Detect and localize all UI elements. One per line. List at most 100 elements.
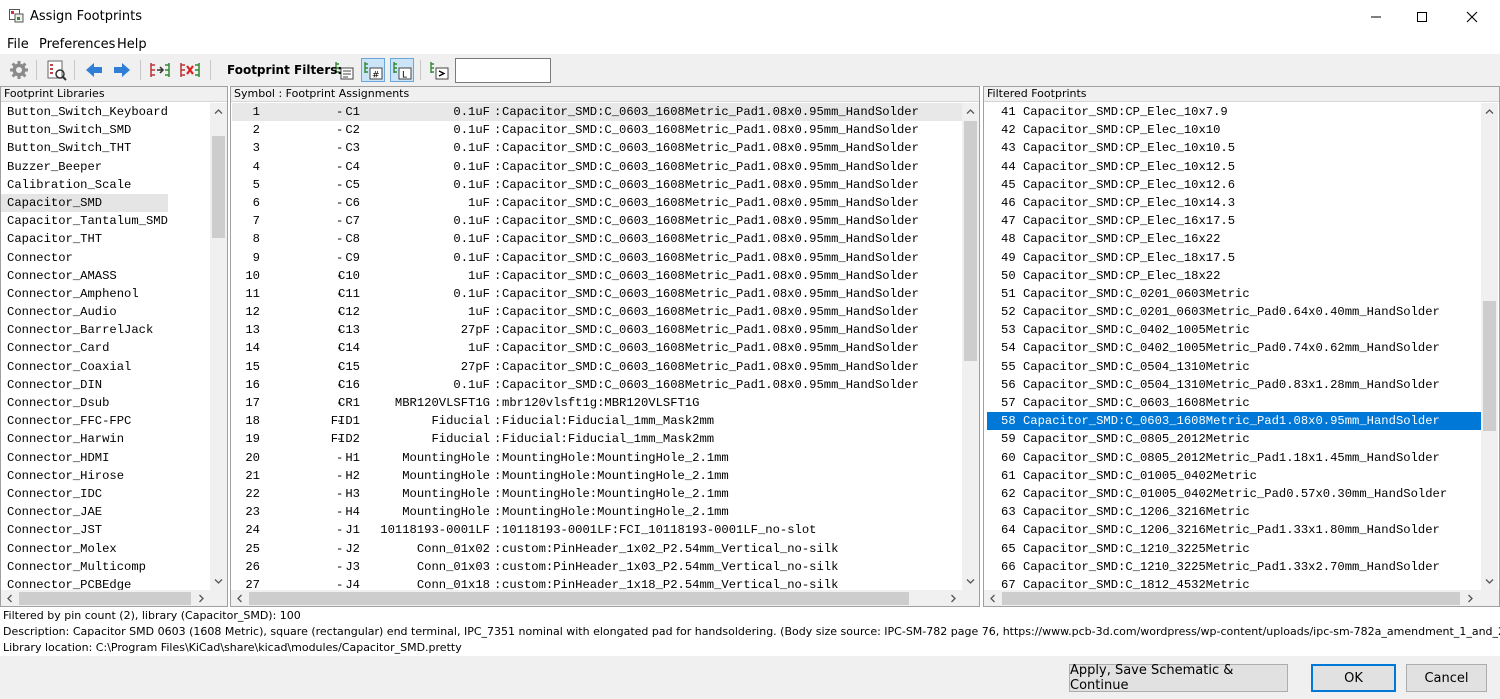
assignment-row[interactable]: 4 C4- 0.1uF: Capacitor_SMD:C_0603_1608Metri… <box>232 158 962 176</box>
assignment-row[interactable]: 20 H1- MountingHole: MountingHole:MountingH… <box>232 449 962 467</box>
assignment-row[interactable]: 25 J2- Conn_01x02: custom:PinHeader_1x02_P2… <box>232 540 962 558</box>
library-item[interactable]: Connector_Coaxial <box>1 358 168 376</box>
assignment-row[interactable]: 5 C5- 0.1uF: Capacitor_SMD:C_0603_1608Metri… <box>232 176 962 194</box>
assignment-row[interactable]: 11 C11- 0.1uF: Capacitor_SMD:C_0603_1608Met… <box>232 285 962 303</box>
library-item[interactable]: Connector_Audio <box>1 303 168 321</box>
filter-text-input[interactable] <box>455 58 551 83</box>
library-item[interactable]: Connector_Amphenol <box>1 285 168 303</box>
filtered-footprint-item[interactable]: 58 Capacitor_SMD:C_0603_1608Metric_Pad1.… <box>987 412 1481 431</box>
scroll-down-arrow[interactable] <box>1481 573 1498 590</box>
scroll-left-arrow[interactable] <box>231 590 248 606</box>
library-item[interactable]: Capacitor_THT <box>1 230 168 248</box>
close-window-button[interactable] <box>1449 0 1495 33</box>
library-item[interactable]: Connector <box>1 249 168 267</box>
filtered-footprint-item[interactable]: 52 Capacitor_SMD:C_0201_0603Metric_Pad0.… <box>987 303 1481 321</box>
filtered-footprint-item[interactable]: 65 Capacitor_SMD:C_1210_3225Metric <box>987 540 1481 558</box>
filtered-footprint-item[interactable]: 41 Capacitor_SMD:CP_Elec_10x7.9 <box>987 103 1481 121</box>
delete-associations-button[interactable] <box>178 58 202 82</box>
next-symbol-button[interactable] <box>110 58 134 82</box>
scroll-up-arrow[interactable] <box>962 103 979 120</box>
library-item[interactable]: Connector_Harwin <box>1 430 168 448</box>
filtered-vertical-scrollbar[interactable] <box>1481 103 1498 590</box>
filtered-footprint-item[interactable]: 63 Capacitor_SMD:C_1206_3216Metric <box>987 503 1481 521</box>
filtered-footprint-item[interactable]: 48 Capacitor_SMD:CP_Elec_16x22 <box>987 230 1481 248</box>
library-item[interactable]: Calibration_Scale <box>1 176 168 194</box>
library-item[interactable]: Connector_Hirose <box>1 467 168 485</box>
assignment-row[interactable]: 3 C3- 0.1uF: Capacitor_SMD:C_0603_1608Metri… <box>232 139 962 157</box>
library-item[interactable]: Capacitor_SMD <box>1 193 168 213</box>
assignment-row[interactable]: 7 C7- 0.1uF: Capacitor_SMD:C_0603_1608Metri… <box>232 212 962 230</box>
library-item[interactable]: Connector_Card <box>1 339 168 357</box>
library-item[interactable]: Buzzer_Beeper <box>1 158 168 176</box>
filtered-footprint-item[interactable]: 64 Capacitor_SMD:C_1206_3216Metric_Pad1.… <box>987 521 1481 539</box>
libraries-hscroll-thumb[interactable] <box>19 592 191 605</box>
assignment-row[interactable]: 12 C12- 1uF: Capacitor_SMD:C_0603_1608Metri… <box>232 303 962 321</box>
footprint-viewer-button[interactable] <box>44 58 68 82</box>
filter-by-pin-count-button[interactable]: # <box>361 58 385 82</box>
libraries-scroll-thumb[interactable] <box>212 136 225 238</box>
filtered-footprint-item[interactable]: 56 Capacitor_SMD:C_0504_1310Metric_Pad0.… <box>987 376 1481 394</box>
menu-help[interactable]: Help <box>117 37 147 52</box>
filtered-footprint-item[interactable]: 46 Capacitor_SMD:CP_Elec_10x14.3 <box>987 194 1481 212</box>
scroll-up-arrow[interactable] <box>210 103 227 120</box>
assignment-row[interactable]: 14 C14- 1uF: Capacitor_SMD:C_0603_1608Metri… <box>232 339 962 357</box>
filtered-footprint-item[interactable]: 57 Capacitor_SMD:C_0603_1608Metric <box>987 394 1481 412</box>
auto-associate-button[interactable] <box>148 58 172 82</box>
filtered-footprint-item[interactable]: 43 Capacitor_SMD:CP_Elec_10x10.5 <box>987 139 1481 157</box>
libraries-vertical-scrollbar[interactable] <box>210 103 227 590</box>
previous-symbol-button[interactable] <box>82 58 106 82</box>
filtered-footprint-item[interactable]: 53 Capacitor_SMD:C_0402_1005Metric <box>987 321 1481 339</box>
filtered-footprint-item[interactable]: 54 Capacitor_SMD:C_0402_1005Metric_Pad0.… <box>987 339 1481 357</box>
filter-by-library-button[interactable]: L <box>390 58 414 82</box>
minimize-button[interactable] <box>1353 0 1399 33</box>
filtered-scroll-thumb[interactable] <box>1483 301 1496 431</box>
apply-save-continue-button[interactable]: Apply, Save Schematic & Continue <box>1069 663 1288 693</box>
filtered-footprint-item[interactable]: 44 Capacitor_SMD:CP_Elec_10x12.5 <box>987 158 1481 176</box>
scroll-up-arrow[interactable] <box>1481 103 1498 120</box>
assignment-row[interactable]: 8 C8- 0.1uF: Capacitor_SMD:C_0603_1608Metri… <box>232 230 962 248</box>
assignment-row[interactable]: 22 H3- MountingHole: MountingHole:MountingH… <box>232 485 962 503</box>
filtered-footprint-item[interactable]: 61 Capacitor_SMD:C_01005_0402Metric <box>987 467 1481 485</box>
assignment-row[interactable]: 6 C6- 1uF: Capacitor_SMD:C_0603_1608Metric_… <box>232 194 962 212</box>
assignments-vertical-scrollbar[interactable] <box>962 103 979 590</box>
ok-button[interactable]: OK <box>1311 664 1396 692</box>
library-item[interactable]: Connector_JAE <box>1 503 168 521</box>
assignment-row[interactable]: 10 C10- 1uF: Capacitor_SMD:C_0603_1608Metri… <box>232 267 962 285</box>
assignment-row[interactable]: 26 J3- Conn_01x03: custom:PinHeader_1x03_P2… <box>232 558 962 576</box>
filtered-footprint-item[interactable]: 55 Capacitor_SMD:C_0504_1310Metric <box>987 358 1481 376</box>
cancel-button[interactable]: Cancel <box>1406 664 1487 692</box>
settings-button[interactable] <box>7 58 31 82</box>
menu-file[interactable]: File <box>7 37 29 52</box>
filtered-footprint-item[interactable]: 59 Capacitor_SMD:C_0805_2012Metric <box>987 430 1481 448</box>
library-item[interactable]: Connector_HDMI <box>1 449 168 467</box>
library-item[interactable]: Connector_FFC-FPC <box>1 412 168 430</box>
assignment-row[interactable]: 23 H4- MountingHole: MountingHole:MountingH… <box>232 503 962 521</box>
filtered-footprint-item[interactable]: 62 Capacitor_SMD:C_01005_0402Metric_Pad0… <box>987 485 1481 503</box>
assignment-row[interactable]: 2 C2- 0.1uF: Capacitor_SMD:C_0603_1608Metri… <box>232 121 962 139</box>
scroll-left-arrow[interactable] <box>984 590 1001 606</box>
library-item[interactable]: Connector_Multicomp <box>1 558 168 576</box>
filtered-footprint-item[interactable]: 42 Capacitor_SMD:CP_Elec_10x10 <box>987 121 1481 139</box>
library-item[interactable]: Connector_AMASS <box>1 267 168 285</box>
library-item[interactable]: Connector_Molex <box>1 540 168 558</box>
library-item[interactable]: Connector_DIN <box>1 376 168 394</box>
assignment-row[interactable]: 21 H2- MountingHole: MountingHole:MountingH… <box>232 467 962 485</box>
scroll-right-arrow[interactable] <box>1462 590 1479 606</box>
assignments-scroll-thumb[interactable] <box>964 121 977 361</box>
scroll-right-arrow[interactable] <box>193 590 210 606</box>
scroll-right-arrow[interactable] <box>945 590 962 606</box>
maximize-button[interactable] <box>1399 0 1445 33</box>
library-item[interactable]: Connector_BarrelJack <box>1 321 168 339</box>
assignment-row[interactable]: 19 FID2- Fiducial: Fiducial:Fiducial_1mm_Ma… <box>232 430 962 448</box>
assignments-hscroll-thumb[interactable] <box>249 592 909 605</box>
menu-preferences[interactable]: Preferences <box>39 37 115 52</box>
assignment-row[interactable]: 1 C1- 0.1uF: Capacitor_SMD:C_0603_1608Metri… <box>232 103 962 122</box>
filter-by-text-button[interactable] <box>427 58 451 82</box>
library-item[interactable]: Button_Switch_SMD <box>1 121 168 139</box>
filtered-footprint-item[interactable]: 49 Capacitor_SMD:CP_Elec_18x17.5 <box>987 249 1481 267</box>
scroll-down-arrow[interactable] <box>210 573 227 590</box>
library-item[interactable]: Connector_Dsub <box>1 394 168 412</box>
scroll-left-arrow[interactable] <box>1 590 18 606</box>
library-item[interactable]: Capacitor_Tantalum_SMD <box>1 212 168 230</box>
assignment-row[interactable]: 16 C16- 0.1uF: Capacitor_SMD:C_0603_1608Met… <box>232 376 962 394</box>
